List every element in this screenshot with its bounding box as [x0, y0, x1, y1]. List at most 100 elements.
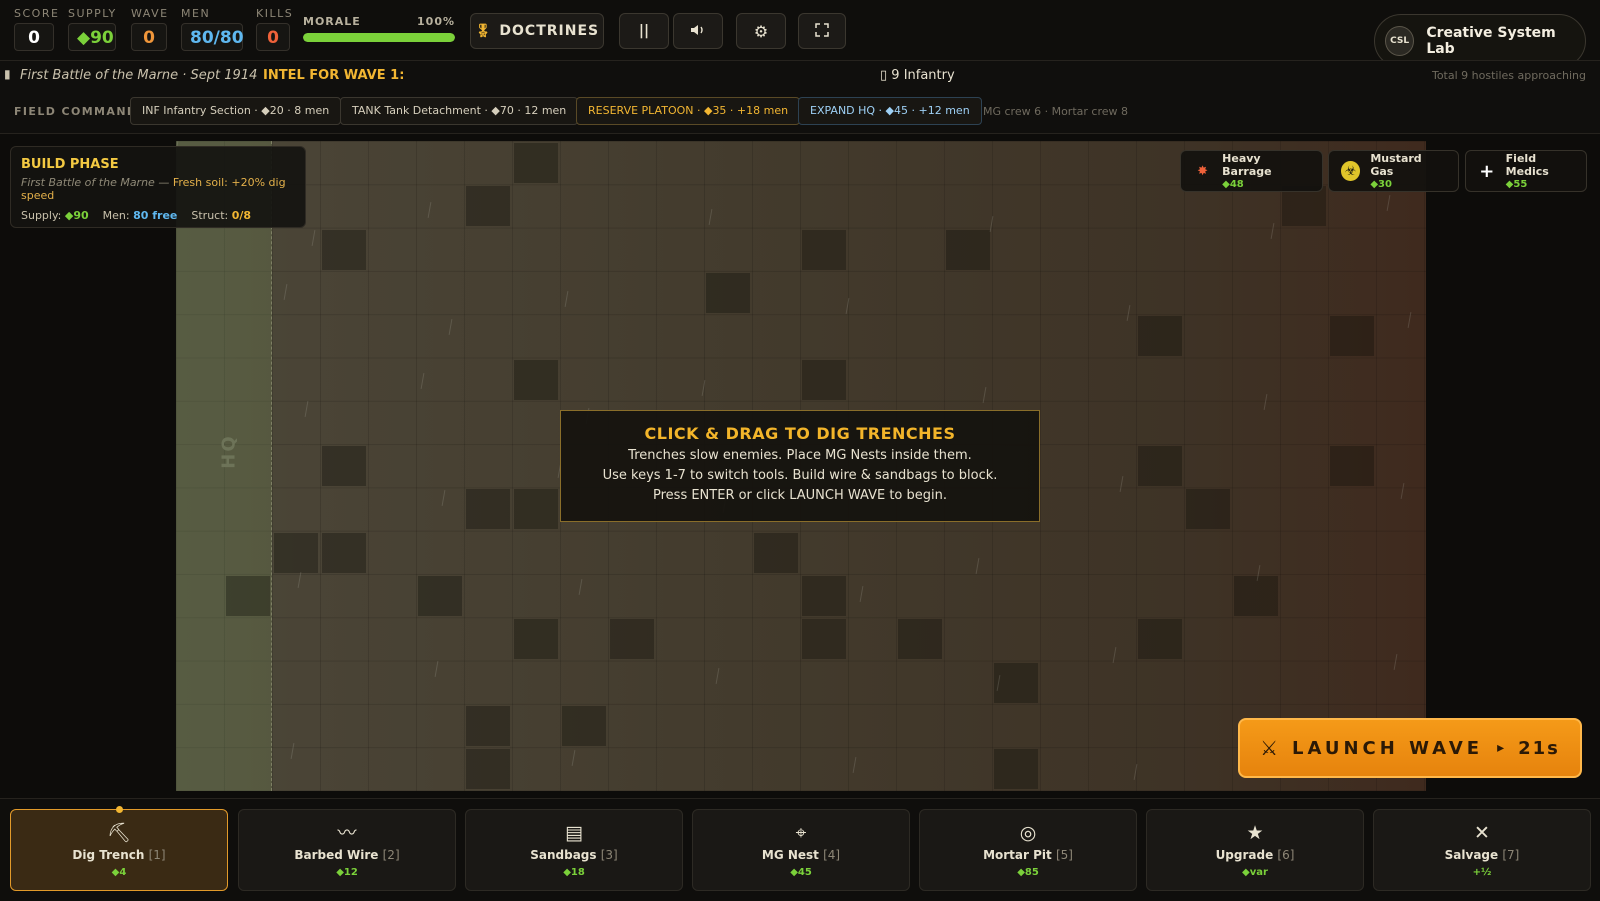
tool-name: Upgrade — [1215, 848, 1274, 862]
instructions-overlay: CLICK & DRAG TO DIG TRENCHES Trenches sl… — [560, 410, 1040, 522]
brand-logo: CSL — [1385, 26, 1415, 56]
expand-hq-button[interactable]: EXPAND HQ · ◆45 · +12 men — [798, 97, 982, 125]
tool-name: MG Nest — [761, 848, 819, 862]
morale-percent: 100% — [417, 15, 455, 28]
crater — [514, 143, 558, 183]
morale-bar — [303, 33, 455, 42]
pause-button[interactable]: || — [619, 13, 669, 49]
kills-label: KILLS — [256, 7, 294, 20]
build-phase-panel: BUILD PHASE First Battle of the Marne — … — [10, 146, 306, 228]
crater — [898, 619, 942, 660]
tool-name: Salvage — [1444, 848, 1499, 862]
morale-meter: MORALE 100% — [303, 15, 455, 42]
scroll-icon: ▮ — [4, 67, 11, 81]
sound-button[interactable] — [673, 13, 723, 49]
field-medics-button[interactable]: + Field Medics ◆55 — [1465, 150, 1587, 192]
build-struct-label: Struct: — [191, 209, 229, 222]
tool-barbed-wire[interactable]: 〰 Barbed Wire [2] ◆12 — [238, 809, 456, 891]
wave-value: 0 — [131, 23, 167, 51]
crater — [514, 359, 558, 400]
ability-name: Mustard Gas — [1370, 152, 1422, 178]
crater — [274, 532, 318, 573]
crater — [322, 229, 366, 270]
mustard-gas-button[interactable]: ☣ Mustard Gas ◆30 — [1328, 150, 1459, 192]
score-label: SCORE — [14, 7, 60, 20]
settings-button[interactable]: ⚙ — [736, 13, 786, 49]
supply-value: ◆90 — [68, 23, 116, 51]
wave-stat: WAVE 0 — [131, 7, 169, 51]
tool-upgrade[interactable]: ★ Upgrade [6] ◆var — [1146, 809, 1364, 891]
men-label: MEN — [181, 7, 211, 20]
crater — [994, 749, 1038, 790]
tank-detachment-button[interactable]: TANK Tank Detachment · ◆70 · 12 men — [340, 97, 579, 125]
fullscreen-button[interactable] — [798, 13, 846, 49]
launch-arrow: ▸ — [1497, 740, 1505, 756]
kills-value: 0 — [256, 23, 290, 51]
reserve-platoon-button[interactable]: RESERVE PLATOON · ◆35 · +18 men — [576, 97, 801, 125]
tool-hotkey: [5] — [1055, 848, 1073, 862]
crater — [322, 446, 366, 487]
tool-hotkey: [2] — [382, 848, 400, 862]
intel-total: Total 9 hostiles approaching — [1431, 69, 1586, 82]
tool-mortar-pit[interactable]: ◎ Mortar Pit [5] ◆85 — [919, 809, 1137, 891]
crater — [466, 489, 510, 530]
crater — [466, 749, 510, 790]
doctrines-button[interactable]: 🎖 DOCTRINES — [470, 13, 604, 49]
brand-name: Creative System Lab — [1426, 25, 1556, 57]
tool-cost: ◆85 — [1017, 867, 1039, 878]
build-phase-title: BUILD PHASE — [21, 157, 119, 172]
infantry-section-button[interactable]: INF Infantry Section · ◆20 · 8 men — [130, 97, 342, 125]
crater — [322, 532, 366, 573]
build-struct-value: 0/8 — [231, 209, 252, 222]
target-icon: ◎ — [1019, 822, 1037, 844]
star-icon: ★ — [1246, 822, 1264, 844]
crew-info: MG crew 6 · Mortar crew 8 — [983, 105, 1128, 118]
sandbags-icon: ▤ — [565, 822, 583, 844]
top-hud: SCORE 0 SUPPLY ◆90 WAVE 0 MEN 80/80 KILL… — [0, 0, 1600, 68]
launch-wave-button[interactable]: ⚔ LAUNCH WAVE ▸ 21s — [1238, 718, 1582, 778]
supply-stat: SUPPLY ◆90 — [68, 7, 117, 51]
build-toolbar: ⛏ Dig Trench [1] ◆4 〰 Barbed Wire [2] ◆1… — [0, 798, 1600, 901]
hq-boundary-line — [271, 141, 272, 791]
tool-dig-trench[interactable]: ⛏ Dig Trench [1] ◆4 — [10, 809, 228, 891]
tool-mg-nest[interactable]: ⌖ MG Nest [4] ◆45 — [692, 809, 910, 891]
tool-name: Dig Trench — [72, 848, 145, 862]
gear-icon: ⚙ — [753, 21, 769, 41]
morale-label: MORALE — [303, 15, 361, 28]
intel-enemy-count: ▯ 9 Infantry — [880, 68, 955, 83]
crater — [754, 532, 798, 573]
build-stats: Supply: ◆90 Men: 80 free Struct: 0/8 — [21, 209, 295, 222]
ability-cost: ◆30 — [1370, 179, 1392, 190]
active-tool-indicator — [116, 806, 123, 813]
build-men-value: 80 free — [133, 209, 178, 222]
crater — [1330, 316, 1374, 357]
crater — [946, 229, 990, 270]
heavy-barrage-button[interactable]: ✸ Heavy Barrage ◆48 — [1180, 150, 1323, 192]
tool-hotkey: [3] — [600, 848, 618, 862]
pause-icon: || — [638, 23, 650, 39]
tool-hotkey: [6] — [1277, 848, 1295, 862]
tool-sandbags[interactable]: ▤ Sandbags [3] ◆18 — [465, 809, 683, 891]
build-supply-label: Supply: — [21, 209, 62, 222]
score-value: 0 — [14, 23, 54, 51]
tool-salvage[interactable]: ✕ Salvage [7] +½ — [1373, 809, 1591, 891]
tool-cost: ◆4 — [111, 867, 127, 878]
biohazard-icon: ☣ — [1341, 161, 1361, 181]
plus-icon: + — [1479, 160, 1495, 182]
score-stat: SCORE 0 — [14, 7, 59, 51]
medal-icon: 🎖 — [474, 23, 493, 39]
wave-label: WAVE — [131, 7, 169, 20]
build-battle-name: First Battle of the Marne — [21, 176, 155, 189]
crosshair-icon: ⌖ — [795, 822, 807, 844]
crater — [802, 359, 846, 400]
build-men-label: Men: — [102, 209, 130, 222]
instruction-line: Trenches slow enemies. Place MG Nests in… — [628, 448, 972, 463]
speaker-icon — [690, 22, 706, 41]
crater — [1138, 446, 1182, 487]
morale-bar-fill — [303, 33, 455, 42]
crater — [1282, 186, 1326, 227]
crater — [802, 229, 846, 270]
tool-name: Barbed Wire — [294, 848, 379, 862]
tool-name: Sandbags — [530, 848, 597, 862]
supply-label: SUPPLY — [68, 7, 117, 20]
